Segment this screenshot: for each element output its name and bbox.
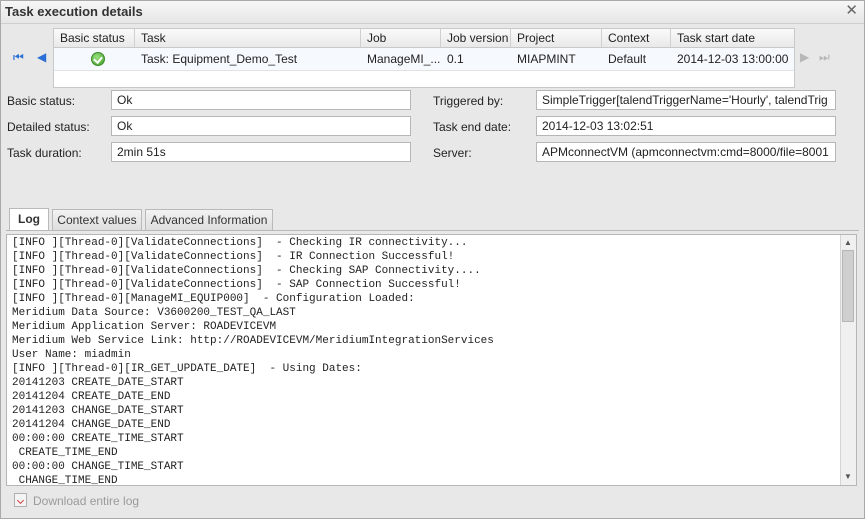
last-page-icon[interactable]: ⏭ [819,50,830,65]
log-text: [INFO ][Thread-0][ValidateConnections] -… [12,237,494,486]
tab-advanced-information[interactable]: Advanced Information [145,209,273,230]
scroll-down-icon[interactable]: ▼ [844,472,852,481]
task-end-date-label: Task end date: [433,120,512,134]
row-start-date: 2014-12-03 13:00:00 [677,52,789,66]
row-context: Default [608,52,647,66]
server-field[interactable]: APMconnectVM (apmconnectvm:cmd=8000/file… [536,142,836,162]
window-title: Task execution details [5,4,143,19]
row-task: Task: Equipment_Demo_Test [141,52,298,66]
triggered-by-field[interactable]: SimpleTrigger[talendTriggerName='Hourly'… [536,90,836,110]
download-log-button[interactable]: Download entire log [14,493,139,508]
detailed-status-field[interactable]: Ok [111,116,411,136]
next-page-icon[interactable]: ▶ [800,50,809,64]
grid-header: Basic status Task Job Job version Projec… [54,29,794,48]
task-duration-field[interactable]: 2min 51s [111,142,411,162]
download-file-icon [14,493,27,507]
column-task-start-date[interactable]: Task start date [671,29,794,47]
log-panel[interactable]: [INFO ][Thread-0][ValidateConnections] -… [6,234,857,486]
column-project[interactable]: Project [511,29,602,47]
detailed-status-label: Detailed status: [7,120,90,134]
green-check-icon [91,52,105,66]
column-context[interactable]: Context [602,29,671,47]
scroll-thumb[interactable] [842,250,854,322]
column-job-version[interactable]: Job version [441,29,511,47]
download-log-label: Download entire log [33,494,140,508]
task-grid: Basic status Task Job Job version Projec… [53,28,795,88]
previous-page-icon[interactable]: ◀ [37,50,46,64]
server-label: Server: [433,146,472,160]
tab-context-values[interactable]: Context values [52,209,142,230]
window-titlebar[interactable]: Task execution details ✕ [1,1,864,24]
table-row[interactable]: Task: Equipment_Demo_Test ManageMI_... 0… [54,48,794,71]
row-project: MIAPMINT [517,52,576,66]
column-basic-status[interactable]: Basic status [54,29,135,47]
row-job-version: 0.1 [447,52,464,66]
column-job[interactable]: Job [361,29,441,47]
task-end-date-field[interactable]: 2014-12-03 13:02:51 [536,116,836,136]
basic-status-label: Basic status: [7,94,76,108]
first-page-icon[interactable]: ⏮ [13,50,24,65]
scroll-up-icon[interactable]: ▲ [844,238,852,247]
row-job: ManageMI_... [367,52,441,66]
tab-strip-divider [6,230,859,231]
column-task[interactable]: Task [135,29,361,47]
close-icon[interactable]: ✕ [845,3,858,19]
log-scrollbar[interactable]: ▲ ▼ [840,235,856,485]
task-duration-label: Task duration: [7,146,82,160]
triggered-by-label: Triggered by: [433,94,504,108]
task-execution-details-window: Task execution details ✕ ⏮ ◀ ▶ ⏭ Basic s… [0,0,865,519]
tab-log[interactable]: Log [9,208,49,231]
basic-status-field[interactable]: Ok [111,90,411,110]
